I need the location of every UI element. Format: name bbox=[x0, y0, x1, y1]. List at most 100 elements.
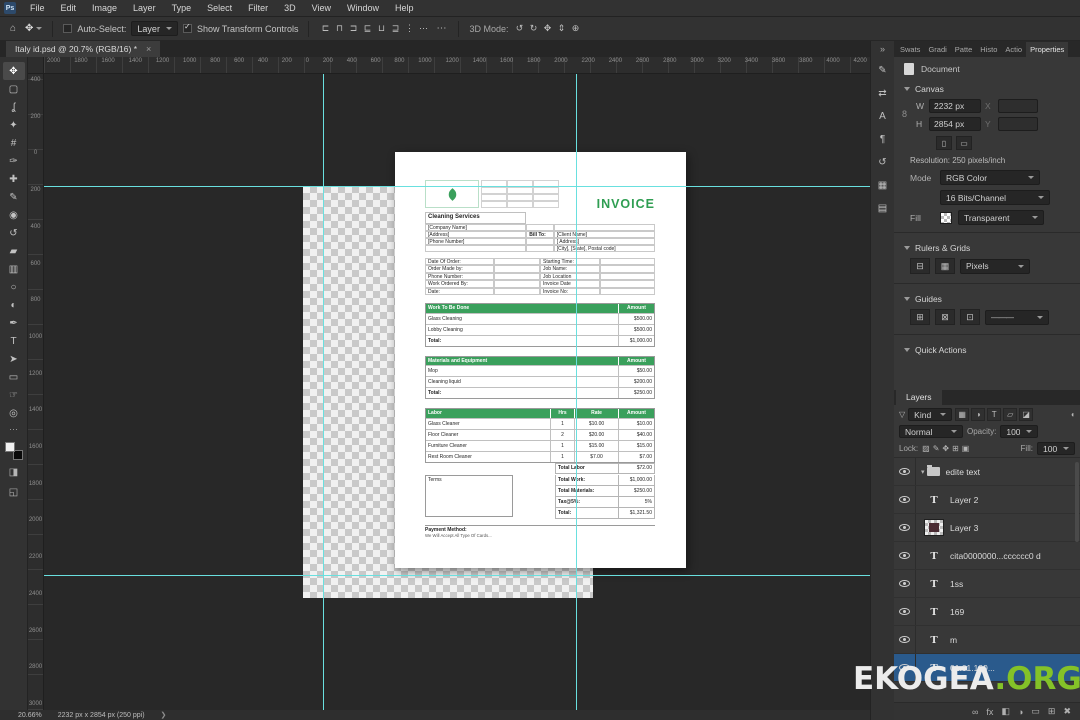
layer-row[interactable]: Layer 3 bbox=[894, 514, 1080, 542]
lock-all-icon[interactable]: ▣ bbox=[962, 444, 970, 453]
link-dimensions-icon[interactable]: 8 bbox=[902, 109, 907, 119]
align-bottom-icon[interactable]: ⊒ bbox=[389, 23, 401, 34]
guides-section-header[interactable]: Guides bbox=[894, 289, 1080, 307]
layer-row[interactable]: T cita0000000...cccccc0 d bbox=[894, 542, 1080, 570]
vertical-ruler[interactable]: 400 200 0 200 400 600 800 1000 1200 1400 1600 1800 2… bbox=[28, 74, 44, 710]
screen-mode-icon[interactable]: ◱ bbox=[9, 484, 18, 500]
x-field[interactable] bbox=[998, 99, 1038, 113]
type-tool-icon[interactable]: T bbox=[3, 332, 25, 350]
gradient-tool-icon[interactable]: ▥ bbox=[3, 260, 25, 278]
width-field[interactable]: 2232 px bbox=[929, 99, 981, 113]
menu-item[interactable]: Edit bbox=[53, 0, 85, 16]
horizontal-ruler[interactable]: 2000 1800 1600 1400 1200 1000 800 600 400 200 0 200… bbox=[44, 57, 870, 74]
character-panel-icon[interactable]: A bbox=[874, 109, 892, 123]
healing-brush-tool-icon[interactable]: ✚ bbox=[3, 170, 25, 188]
vertical-guide[interactable] bbox=[576, 74, 577, 710]
tool-presets-panel-icon[interactable]: ⇄ bbox=[874, 86, 892, 100]
align-right-icon[interactable]: ⊐ bbox=[347, 23, 359, 34]
align-left-icon[interactable]: ⊏ bbox=[319, 23, 331, 34]
panel-tab[interactable]: Actio bbox=[1001, 42, 1026, 57]
lasso-tool-icon[interactable]: ʆ bbox=[3, 98, 25, 116]
show-transform-checkbox[interactable] bbox=[182, 22, 192, 33]
layer-row-group[interactable]: ▾ edite text bbox=[894, 458, 1080, 486]
lock-artboard-icon[interactable]: ⊞ bbox=[952, 444, 959, 453]
fill-select[interactable]: Transparent bbox=[958, 210, 1044, 225]
filter-type-layers-icon[interactable]: T bbox=[987, 408, 1002, 421]
rectangle-tool-icon[interactable]: ▭ bbox=[3, 368, 25, 386]
status-chevron-icon[interactable]: ❯ bbox=[161, 711, 167, 719]
home-icon[interactable]: ⌂ bbox=[6, 23, 20, 34]
crop-tool-icon[interactable]: # bbox=[3, 134, 25, 152]
blend-mode-select[interactable]: Normal bbox=[899, 425, 963, 438]
menu-item[interactable]: Help bbox=[387, 0, 422, 16]
more-options-icon[interactable]: ⋯ bbox=[434, 23, 448, 34]
menu-item[interactable]: View bbox=[304, 0, 339, 16]
visibility-toggle[interactable] bbox=[894, 542, 916, 569]
edit-toolbar-icon[interactable]: ⋯ bbox=[9, 424, 18, 435]
eraser-tool-icon[interactable]: ▰ bbox=[3, 242, 25, 260]
filter-pixel-layers-icon[interactable]: ▦ bbox=[955, 408, 970, 421]
paragraph-panel-icon[interactable]: ¶ bbox=[874, 132, 892, 146]
layer-row[interactable]: T m bbox=[894, 626, 1080, 654]
panel-tab[interactable]: Histo bbox=[976, 42, 1001, 57]
menu-item[interactable]: Filter bbox=[240, 0, 276, 16]
drag-3d-icon[interactable]: ✥ bbox=[542, 23, 554, 34]
y-field[interactable] bbox=[998, 117, 1038, 131]
tool-preset-caret-icon[interactable] bbox=[36, 27, 43, 30]
pen-tool-icon[interactable]: ✒ bbox=[3, 314, 25, 332]
patterns-panel-icon[interactable]: ▦ bbox=[874, 178, 892, 192]
hand-tool-icon[interactable]: ☞ bbox=[3, 386, 25, 404]
bit-depth-select[interactable]: 16 Bits/Channel bbox=[940, 190, 1050, 205]
color-mode-select[interactable]: RGB Color bbox=[940, 170, 1040, 185]
toggle-guides-icon[interactable]: ⊞ bbox=[910, 309, 930, 325]
zoom-level-field[interactable]: 20.66% bbox=[18, 712, 42, 719]
new-layer-icon[interactable]: ⊞ bbox=[1048, 706, 1056, 717]
filtering-toggle-icon[interactable]: ◖ bbox=[1070, 410, 1075, 419]
add-layer-mask-icon[interactable]: ◧ bbox=[1001, 706, 1010, 717]
menu-item[interactable]: Layer bbox=[125, 0, 164, 16]
expand-caret-icon[interactable]: ▾ bbox=[921, 468, 925, 476]
delete-layer-icon[interactable]: ✖ bbox=[1063, 706, 1071, 717]
distribute-vertical-icon[interactable]: ⋮ bbox=[403, 23, 415, 34]
history-brush-tool-icon[interactable]: ↺ bbox=[3, 224, 25, 242]
link-layers-icon[interactable]: ∞ bbox=[972, 707, 978, 717]
height-field[interactable]: 2854 px bbox=[929, 117, 981, 131]
menu-item[interactable]: Select bbox=[199, 0, 240, 16]
fill-field[interactable]: 100% bbox=[1037, 442, 1075, 455]
visibility-toggle[interactable] bbox=[894, 626, 916, 653]
opacity-field[interactable]: 100% bbox=[1000, 425, 1039, 438]
document-tab[interactable]: Italy id.psd @ 20.7% (RGB/16) * × bbox=[6, 41, 161, 57]
layer-row[interactable]: T 169 bbox=[894, 598, 1080, 626]
panel-tab[interactable]: Patte bbox=[951, 42, 977, 57]
tab-properties[interactable]: Properties bbox=[1026, 42, 1069, 57]
visibility-toggle[interactable] bbox=[894, 486, 916, 513]
rulers-grids-section-header[interactable]: Rulers & Grids bbox=[894, 238, 1080, 256]
move-tool-icon[interactable]: ✥ bbox=[2, 62, 25, 80]
quick-mask-icon[interactable]: ◨ bbox=[9, 464, 18, 480]
menu-item[interactable]: 3D bbox=[276, 0, 304, 16]
horizontal-guide[interactable] bbox=[44, 575, 870, 576]
visibility-toggle[interactable] bbox=[894, 458, 916, 485]
lock-guides-icon[interactable]: ⊠ bbox=[935, 309, 955, 325]
toggle-rulers-icon[interactable]: ⊟ bbox=[910, 258, 930, 274]
auto-select-checkbox[interactable] bbox=[63, 24, 73, 33]
canvas-section-header[interactable]: Canvas bbox=[894, 79, 1080, 97]
dodge-tool-icon[interactable]: ◐ bbox=[3, 296, 25, 314]
new-adjustment-layer-icon[interactable]: ◑ bbox=[1018, 707, 1023, 717]
lock-position-icon[interactable]: ✥ bbox=[942, 444, 949, 453]
menu-item[interactable]: Window bbox=[339, 0, 387, 16]
marquee-tool-icon[interactable]: ▢ bbox=[3, 80, 25, 98]
color-swatches[interactable] bbox=[4, 442, 23, 460]
auto-select-target-select[interactable]: Layer bbox=[131, 21, 178, 36]
panel-tab[interactable]: Gradi bbox=[924, 42, 950, 57]
orbit-3d-icon[interactable]: ↺ bbox=[514, 23, 526, 34]
layers-scrollbar[interactable] bbox=[1075, 462, 1079, 542]
align-center-horizontal-icon[interactable]: ⊓ bbox=[333, 23, 345, 34]
menu-item[interactable]: File bbox=[22, 0, 53, 16]
filter-adjustment-layers-icon[interactable]: ◑ bbox=[971, 408, 986, 421]
kind-filter-select[interactable]: Kind bbox=[908, 408, 953, 421]
panel-tab[interactable]: Swats bbox=[896, 42, 924, 57]
toggle-grid-icon[interactable]: ▦ bbox=[935, 258, 955, 274]
guide-style-select[interactable]: ——— bbox=[985, 309, 1049, 325]
libraries-panel-icon[interactable]: ▤ bbox=[874, 201, 892, 215]
